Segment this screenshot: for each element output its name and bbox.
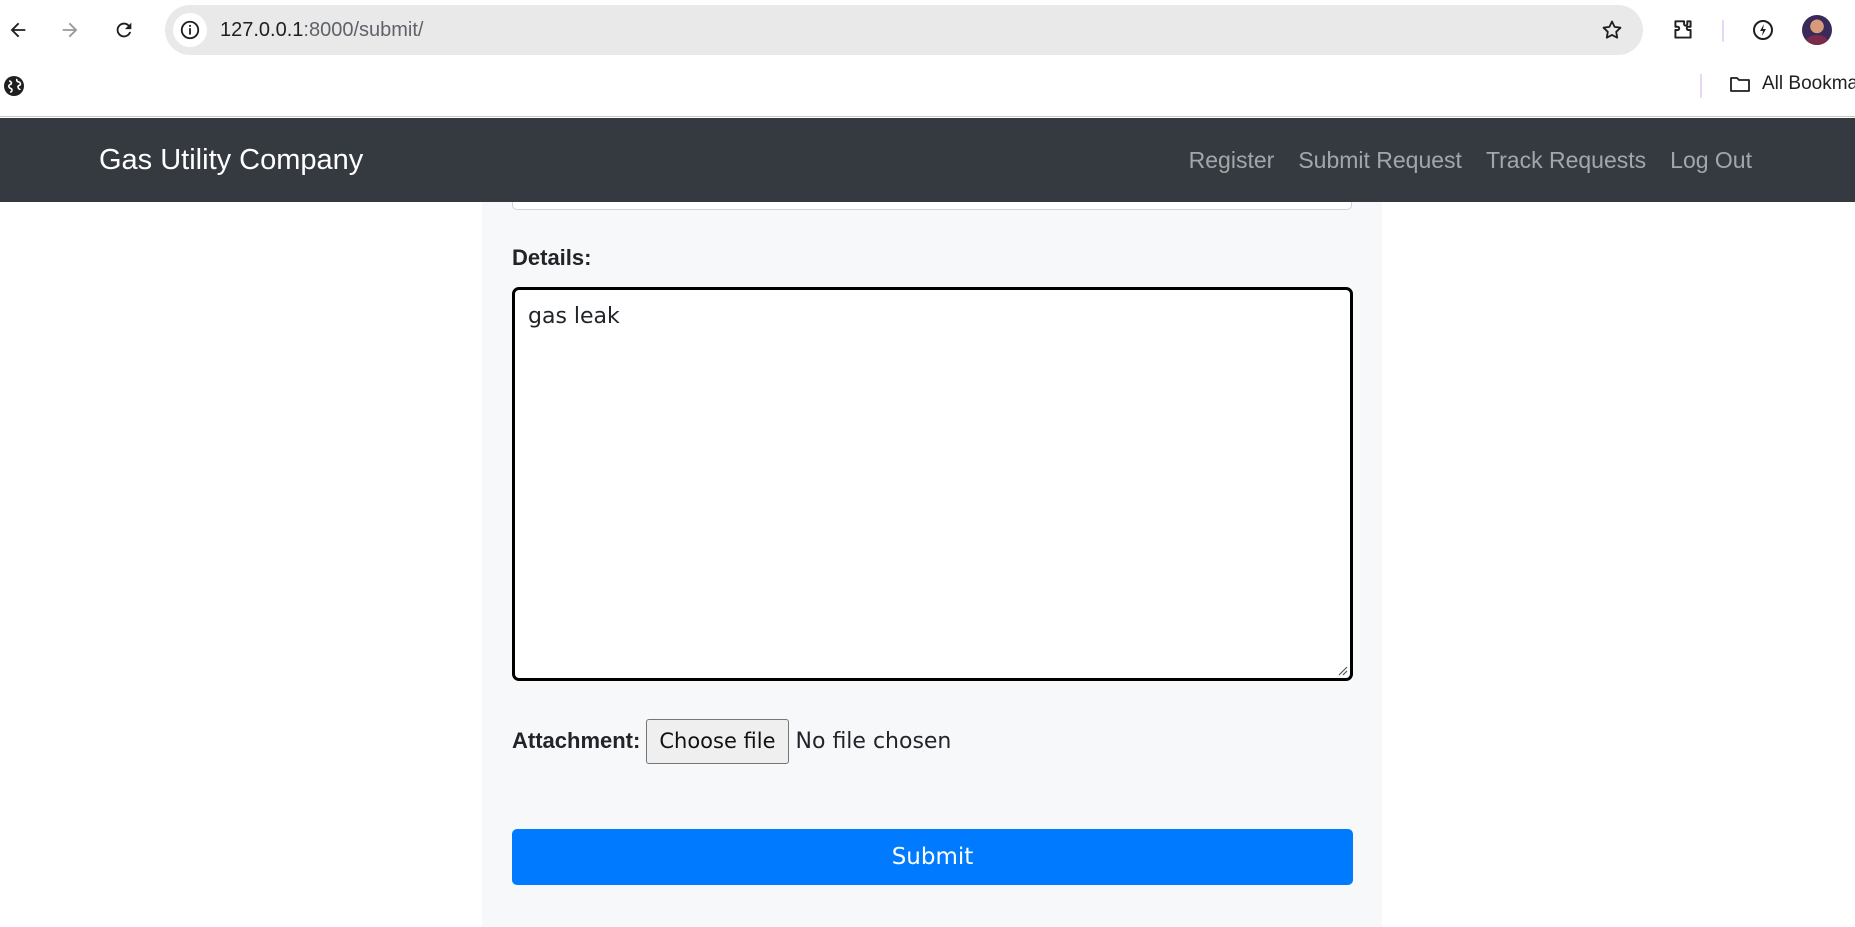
request-form-card: Details: gas leak Attachment: Choose fil…	[482, 192, 1382, 927]
page-viewport: Gas Utility Company Register Submit Requ…	[0, 118, 1855, 927]
url-path: :8000/submit/	[303, 19, 424, 41]
choose-file-button[interactable]: Choose file	[646, 718, 789, 764]
reload-icon[interactable]	[106, 12, 142, 48]
folder-icon	[1730, 77, 1750, 92]
file-status-text: No file chosen	[795, 728, 952, 754]
globe-icon[interactable]	[2, 74, 26, 98]
nav-log-out-link[interactable]: Log Out	[1670, 147, 1752, 174]
nav-submit-request-link[interactable]: Submit Request	[1298, 147, 1462, 174]
all-bookmarks-button[interactable]: All Bookmarks	[1728, 72, 1855, 96]
bookmarks-divider	[1700, 74, 1702, 98]
toolbar-divider	[1722, 20, 1724, 42]
resize-grip-icon[interactable]	[1336, 664, 1348, 676]
submit-button[interactable]: Submit	[512, 829, 1353, 885]
extensions-icon[interactable]	[1665, 12, 1701, 48]
attachment-row: Attachment: Choose file No file chosen	[512, 718, 951, 764]
address-bar[interactable]: 127.0.0.1:8000/submit/	[165, 5, 1643, 55]
forward-icon[interactable]	[52, 12, 88, 48]
nav-links: Register Submit Request Track Requests L…	[1189, 118, 1752, 202]
nav-register-link[interactable]: Register	[1189, 147, 1275, 174]
browser-toolbar: 127.0.0.1:8000/submit/	[0, 0, 1855, 60]
bookmark-star-icon[interactable]	[1599, 17, 1625, 43]
all-bookmarks-label: All Bookmarks	[1762, 73, 1855, 94]
back-icon[interactable]	[0, 12, 36, 48]
attachment-label: Attachment:	[512, 728, 641, 753]
profile-avatar[interactable]	[1802, 15, 1832, 45]
brand-link[interactable]: Gas Utility Company	[99, 118, 363, 202]
url-text: 127.0.0.1:8000/submit/	[220, 5, 424, 55]
details-textarea[interactable]: gas leak	[512, 287, 1353, 681]
site-navbar: Gas Utility Company Register Submit Requ…	[0, 118, 1855, 202]
url-host: 127.0.0.1	[220, 19, 304, 41]
bookmarks-bar: All Bookmarks	[0, 60, 1855, 117]
nav-track-requests-link[interactable]: Track Requests	[1486, 147, 1646, 174]
site-info-icon[interactable]	[173, 13, 207, 47]
details-label: Details:	[512, 245, 592, 270]
performance-leaf-icon[interactable]	[1745, 12, 1781, 48]
